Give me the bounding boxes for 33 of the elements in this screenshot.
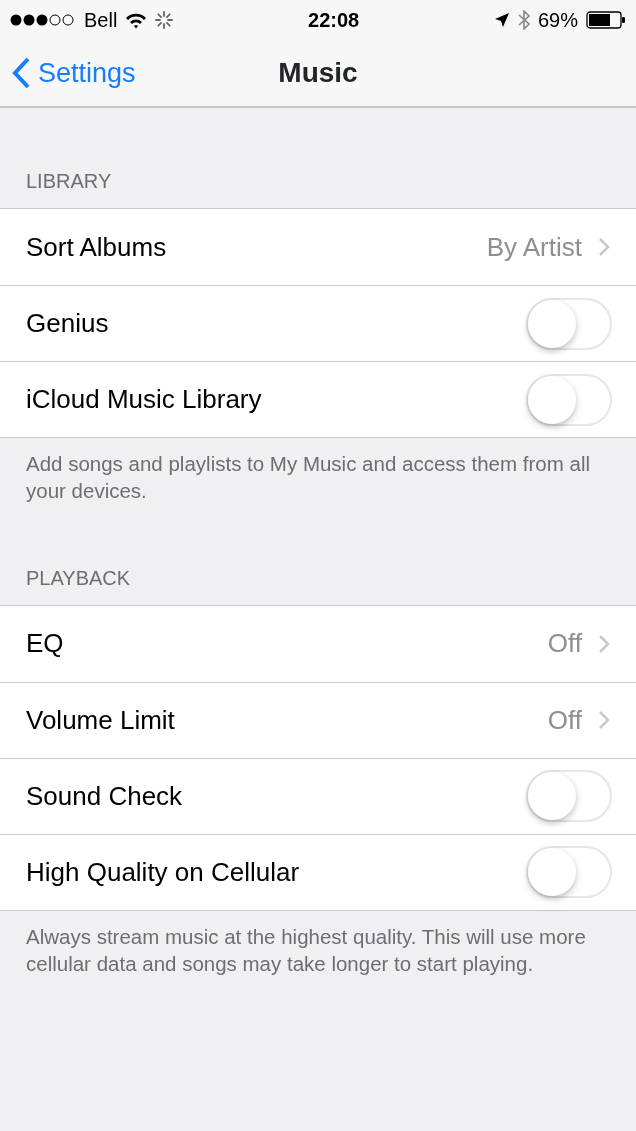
toggle-switch[interactable] (526, 297, 612, 350)
location-arrow-icon (493, 12, 510, 28)
row-value: Off (547, 703, 582, 737)
battery-icon (586, 11, 626, 29)
row-label: High Quality on Cellular (26, 855, 300, 889)
bluetooth-icon (517, 10, 530, 30)
carrier-name: Bell (84, 8, 118, 33)
section-header: PLAYBACK (26, 566, 131, 589)
status-time: 22:08 (308, 8, 360, 33)
section-header: LIBRARY (26, 170, 112, 192)
wifi-icon (125, 11, 148, 29)
row-value: Off (547, 627, 582, 660)
activity-spinner-icon (155, 11, 174, 29)
row-label: EQ (26, 627, 64, 660)
row-label: iCloud Music Library (26, 383, 262, 416)
toggle-switch[interactable] (526, 846, 612, 898)
battery-percent: 69% (537, 8, 578, 33)
row-label: Sound Check (26, 779, 183, 813)
chevron-right-icon[interactable] (598, 710, 610, 730)
back-button[interactable]: Settings (0, 52, 136, 94)
toggle-switch[interactable] (526, 373, 612, 426)
chevron-right-icon[interactable] (598, 633, 610, 654)
section-footer: Always stream music at the highest quality. This will use more cellular data and songs may take longer to start playing. (26, 924, 586, 975)
chevron-left-icon (12, 57, 30, 89)
row-label: Sort Albums (26, 230, 167, 264)
row-value: By Artist (486, 230, 582, 264)
signal-icon (10, 13, 76, 27)
row-label: Volume Limit (26, 703, 175, 737)
chevron-right-icon[interactable] (598, 237, 610, 257)
section-footer: Add songs and playlists to My Music and access them from all your devices. (26, 452, 590, 503)
nav-title: Music (278, 56, 358, 90)
toggle-switch[interactable] (526, 770, 612, 822)
row-label: Genius (26, 307, 109, 340)
